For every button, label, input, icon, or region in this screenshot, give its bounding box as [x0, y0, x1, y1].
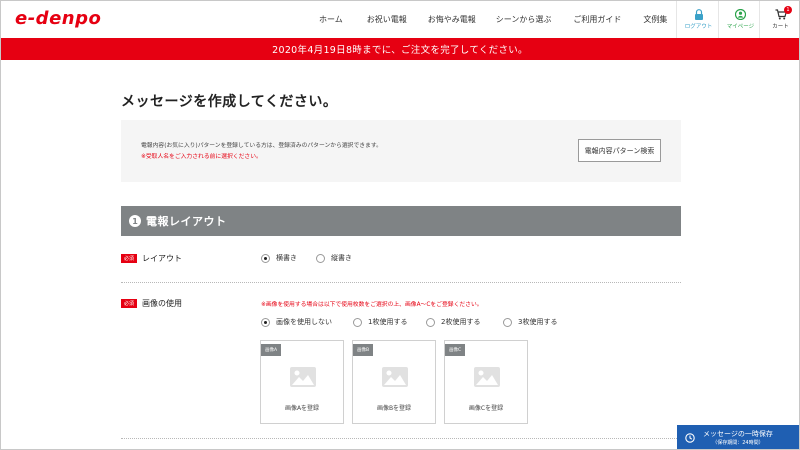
image-c-tag: 画像C — [445, 344, 466, 356]
mypage-label: マイページ — [726, 24, 755, 30]
site-logo[interactable]: e-denpo — [15, 8, 101, 29]
layout-horizontal-radio[interactable]: 横書き — [261, 253, 297, 263]
layout-vertical-label: 縦書き — [331, 254, 352, 262]
nav-home[interactable]: ホーム — [319, 14, 343, 25]
image-none-label: 画像を使用しない — [276, 318, 332, 326]
pattern-info-text: 電報内容(お気に入り)パターンを登録している方は、登録済みのパターンから選択でき… — [141, 143, 382, 149]
pattern-search-button[interactable]: 電報内容パターン検索 — [578, 139, 661, 162]
image-two-radio[interactable]: 2枚使用する — [426, 317, 480, 327]
image-placeholder-icon — [382, 367, 408, 387]
page-frame: e-denpo ホーム お祝い電報 お悔やみ電報 シーンから選ぶ ご利用ガイド … — [0, 0, 800, 450]
nav-celebration[interactable]: お祝い電報 — [367, 14, 407, 25]
radio-unselected-icon — [503, 317, 512, 327]
pattern-info-box: 電報内容(お気に入り)パターンを登録している方は、登録済みのパターンから選択でき… — [121, 120, 681, 182]
image-a-caption: 画像Aを登録 — [284, 405, 320, 412]
save-text: メッセージの一時保存 （保存期間：24時間） — [703, 429, 773, 446]
nav-guide[interactable]: ご利用ガイド — [573, 14, 621, 25]
row-divider — [121, 438, 681, 439]
radio-unselected-icon — [426, 317, 435, 327]
cart-button[interactable]: 1 カート — [759, 1, 799, 38]
row-divider — [121, 282, 681, 283]
image-one-label: 1枚使用する — [368, 318, 408, 326]
image-b-caption: 画像Bを登録 — [376, 405, 412, 412]
required-badge: 必須 — [121, 254, 137, 263]
layout-vertical-radio[interactable]: 縦書き — [316, 253, 352, 263]
image-usage-note: ※画像を使用する場合は以下で使用枚数をご選択の上、画像A～Cをご登録ください。 — [261, 302, 483, 308]
image-a-upload[interactable]: 画像A 画像Aを登録 — [260, 340, 344, 424]
lock-icon — [694, 9, 703, 20]
image-placeholder-icon — [290, 367, 316, 387]
radio-selected-icon — [261, 253, 270, 263]
radio-unselected-icon — [316, 253, 325, 263]
image-b-upload[interactable]: 画像B 画像Bを登録 — [352, 340, 436, 424]
section-header-layout: 1 電報レイアウト — [121, 206, 681, 236]
image-three-radio[interactable]: 3枚使用する — [503, 317, 557, 327]
image-three-label: 3枚使用する — [518, 318, 558, 326]
mypage-button[interactable]: マイページ — [718, 1, 762, 38]
radio-unselected-icon — [353, 317, 362, 327]
image-a-tag: 画像A — [261, 344, 282, 356]
layout-label: レイアウト — [142, 254, 182, 263]
deadline-notice: 2020年4月19日8時までに、ご注文を完了してください。 — [1, 38, 799, 60]
image-one-radio[interactable]: 1枚使用する — [353, 317, 407, 327]
save-label: メッセージの一時保存 — [703, 429, 773, 438]
image-c-upload[interactable]: 画像C 画像Cを登録 — [444, 340, 528, 424]
logout-button[interactable]: ログアウト — [676, 1, 720, 38]
clock-icon — [685, 433, 695, 443]
temporary-save-button[interactable]: メッセージの一時保存 （保存期間：24時間） — [677, 425, 799, 449]
radio-selected-icon — [261, 317, 270, 327]
image-two-label: 2枚使用する — [441, 318, 481, 326]
step-number: 1 — [129, 215, 141, 227]
nav-scene[interactable]: シーンから選ぶ — [496, 14, 552, 25]
image-c-caption: 画像Cを登録 — [468, 405, 504, 412]
nav-examples[interactable]: 文例集 — [643, 14, 667, 25]
site-header: e-denpo ホーム お祝い電報 お悔やみ電報 シーンから選ぶ ご利用ガイド … — [1, 1, 799, 38]
image-b-tag: 画像B — [353, 344, 374, 356]
section-title: 電報レイアウト — [146, 215, 227, 228]
main-nav: ホーム お祝い電報 お悔やみ電報 シーンから選ぶ ご利用ガイド 文例集 — [319, 1, 667, 38]
page-title: メッセージを作成してください。 — [121, 94, 338, 110]
image-none-radio[interactable]: 画像を使用しない — [261, 317, 332, 327]
image-placeholder-icon — [474, 367, 500, 387]
nav-condolence[interactable]: お悔やみ電報 — [428, 14, 476, 25]
cart-label: カート — [772, 24, 789, 30]
logout-label: ログアウト — [684, 24, 713, 30]
required-badge: 必須 — [121, 299, 137, 308]
image-usage-label: 画像の使用 — [142, 299, 182, 308]
pattern-info-warning: ※受取人名をご入力される前に選択ください。 — [141, 154, 262, 160]
cart-count-badge: 1 — [784, 6, 792, 14]
user-icon — [735, 9, 746, 20]
save-sublabel: （保存期間：24時間） — [712, 439, 764, 446]
layout-horizontal-label: 横書き — [276, 254, 297, 262]
